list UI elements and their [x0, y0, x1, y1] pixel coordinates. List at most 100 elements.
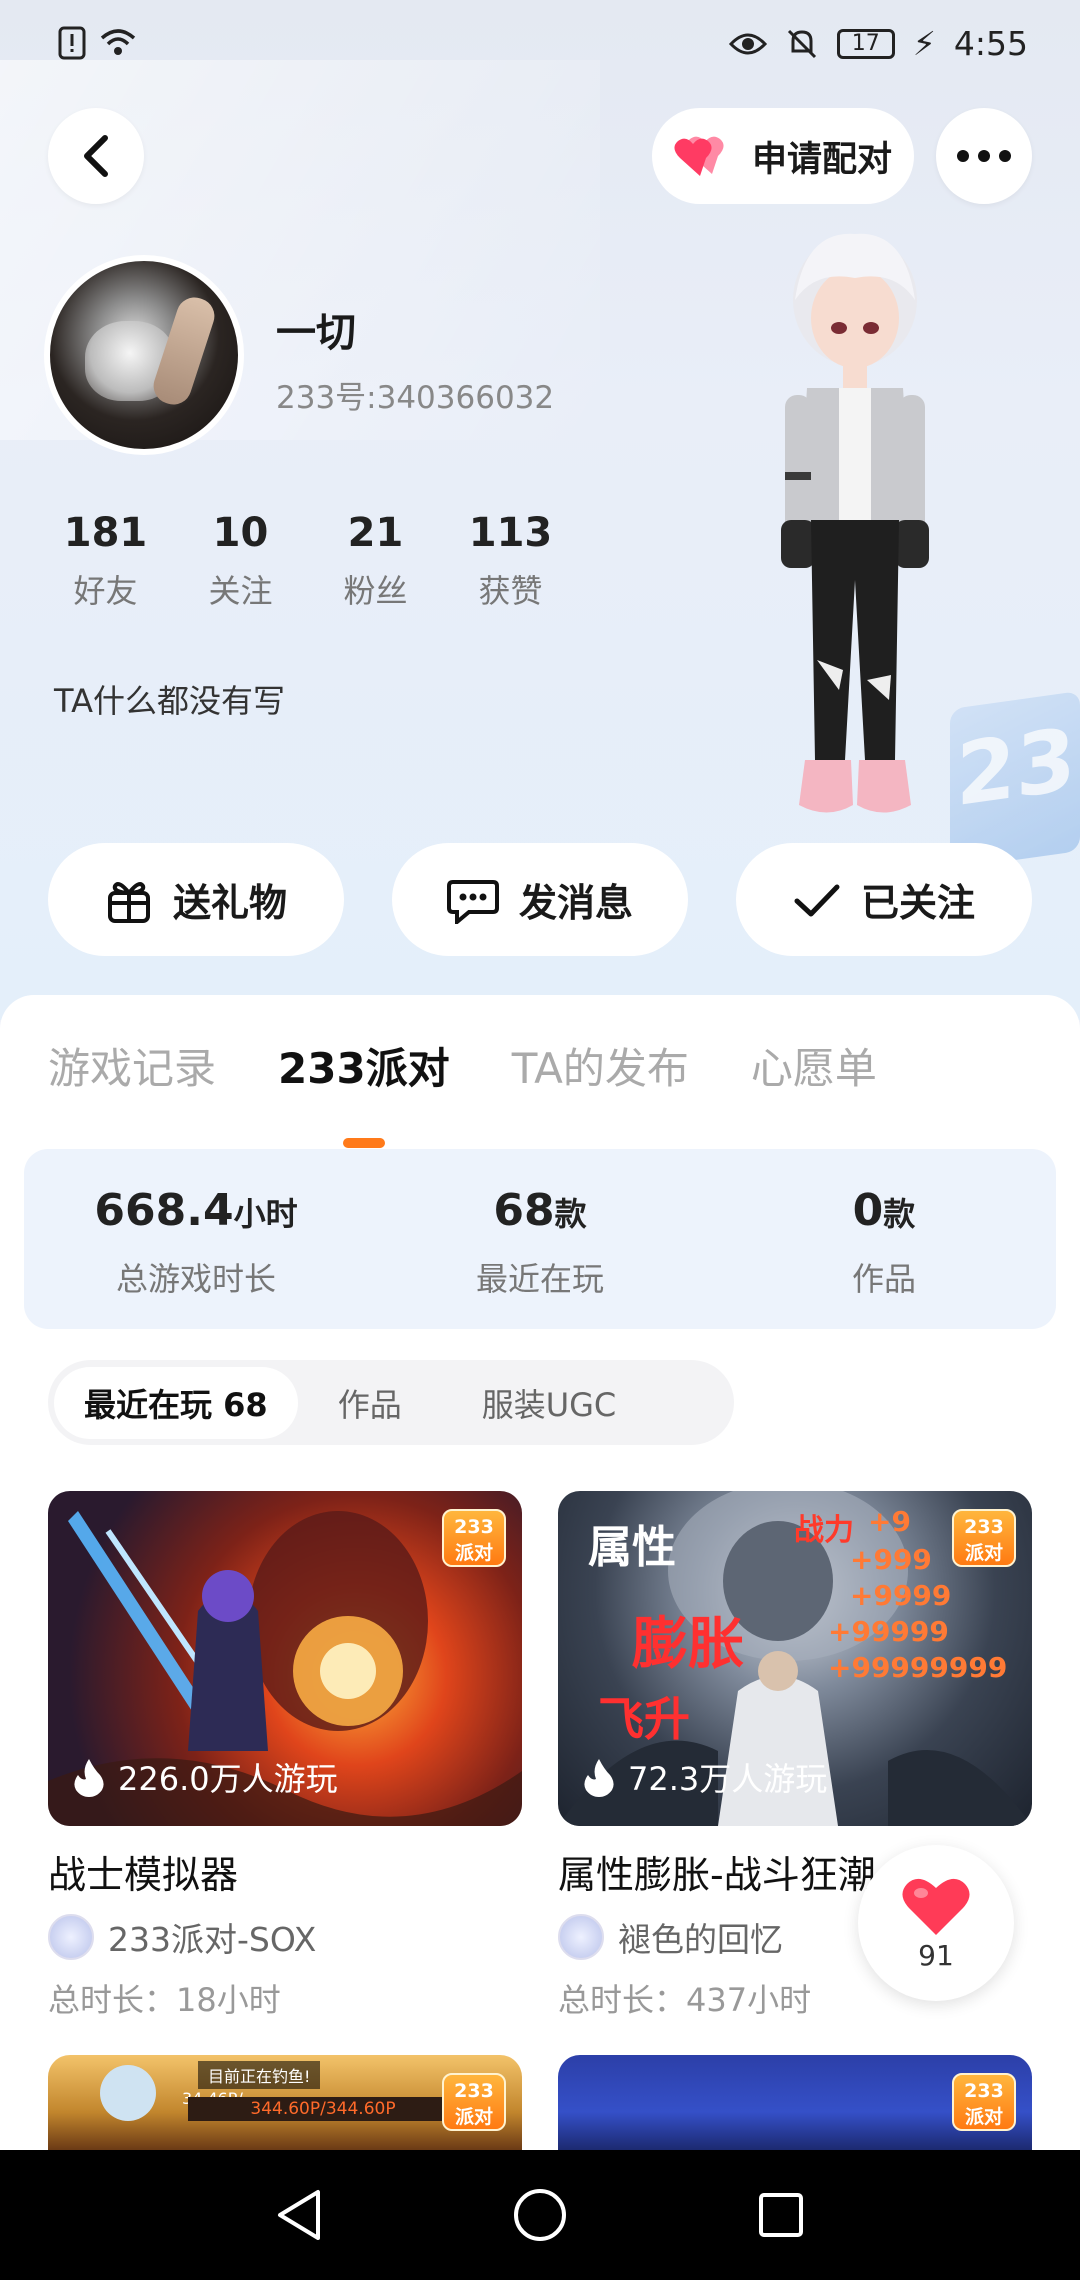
game-card[interactable]: 目前正在钓鱼! 34.46P/... 344.60P/344.60P 233派对 — [48, 2055, 522, 2150]
game-thumbnail: 属性 膨胀 飞升 战力 +9 +999 +9999 +99999 +999999… — [558, 1491, 1032, 1826]
party-233-badge: 233 派对 — [442, 1509, 506, 1567]
summary-value: 68 — [493, 1185, 555, 1236]
action-buttons: 送礼物 发消息 已关注 — [48, 843, 1032, 956]
summary-label: 作品 — [851, 1260, 916, 1298]
send-gift-button[interactable]: 送礼物 — [48, 843, 344, 956]
status-bar: 17 ⚡ 4:55 — [0, 0, 1080, 90]
filter-works[interactable]: 作品 — [298, 1367, 442, 1439]
author-avatar — [558, 1914, 604, 1960]
game-thumbnail: 233 派对 — [558, 2055, 1032, 2150]
plays-label: 226.0万人游玩 — [118, 1760, 338, 1798]
followed-button[interactable]: 已关注 — [736, 843, 1032, 956]
summary-recent: 68款 最近在玩 — [368, 1149, 712, 1329]
summary-unit: 小时 — [233, 1195, 298, 1233]
game-author[interactable]: 233派对-SOX — [48, 1913, 522, 1961]
badge-line1: 233 — [964, 2080, 1004, 2102]
flame-icon — [74, 1759, 104, 1797]
author-name: 233派对-SOX — [108, 1920, 317, 1959]
summary-label: 总游戏时长 — [115, 1260, 276, 1298]
play-summary: 668.4小时 总游戏时长 68款 最近在玩 0款 作品 — [24, 1149, 1056, 1329]
like-button[interactable]: 91 — [858, 1845, 1014, 2001]
author-name: 褪色的回忆 — [618, 1920, 783, 1959]
summary-value: 0 — [852, 1185, 884, 1236]
more-button[interactable] — [936, 108, 1032, 204]
mute-bell-icon — [787, 29, 816, 58]
art-text-ascend: 飞升 — [598, 1692, 690, 1746]
back-arrow-icon — [84, 135, 108, 177]
avatar[interactable] — [44, 255, 244, 455]
check-icon — [794, 884, 840, 916]
summary-unit: 款 — [883, 1195, 916, 1233]
stat-value: 113 — [468, 510, 553, 556]
art-text-power: 战力 — [794, 1513, 854, 1548]
tab-233-party[interactable]: 233派对 — [278, 1035, 450, 1096]
flame-icon — [584, 1759, 614, 1797]
tab-wishlist[interactable]: 心愿单 — [751, 1035, 877, 1096]
summary-total-time: 668.4小时 总游戏时长 — [24, 1149, 368, 1329]
summary-label: 最近在玩 — [475, 1260, 604, 1298]
alert-icon — [58, 26, 86, 60]
profile-stats: 181 好友 10 关注 21 粉丝 113 获赞 — [38, 510, 578, 612]
tab-game-records[interactable]: 游戏记录 — [48, 1035, 216, 1096]
game3-progress: 344.60P/344.60P — [188, 2097, 458, 2121]
stat-label: 好友 — [73, 572, 138, 610]
stat-value: 181 — [63, 510, 148, 556]
clock: 4:55 — [953, 24, 1028, 63]
game-thumbnail: 233 派对 226.0万人游玩 — [48, 1491, 522, 1826]
charging-icon: ⚡ — [912, 24, 936, 63]
stat-following[interactable]: 10 关注 — [173, 510, 308, 612]
badge-line2: 派对 — [454, 1542, 493, 1564]
plays-label: 72.3万人游玩 — [628, 1760, 828, 1798]
summary-value: 668.4 — [94, 1185, 234, 1236]
game3-overlay-top: 目前正在钓鱼! — [198, 2061, 321, 2089]
stat-likes[interactable]: 113 获赞 — [443, 510, 578, 612]
profile-tabs: 游戏记录 233派对 TA的发布 心愿单 — [48, 1035, 877, 1096]
message-icon — [446, 879, 499, 924]
stat-friends[interactable]: 181 好友 — [38, 510, 173, 612]
badge-line2: 派对 — [964, 1542, 1003, 1564]
stat-value: 10 — [212, 510, 269, 556]
badge-line1: 233 — [454, 2080, 494, 2102]
profile-bio: TA什么都没有写 — [54, 682, 285, 720]
back-button[interactable] — [48, 108, 144, 204]
nav-back-icon[interactable] — [274, 2188, 324, 2242]
game-title: 战士模拟器 — [48, 1853, 239, 1897]
art-text-attr: 属性 — [588, 1522, 676, 1573]
avatar-character[interactable] — [755, 220, 955, 840]
double-heart-icon — [674, 136, 724, 176]
art-number: +9 — [868, 1505, 911, 1538]
filter-outfit-ugc[interactable]: 服装UGC — [442, 1367, 657, 1439]
apply-pair-label: 申请配对 — [751, 139, 892, 180]
tab-posts[interactable]: TA的发布 — [512, 1035, 689, 1096]
game-card[interactable]: 233 派对 226.0万人游玩 战士模拟器 233派对-SOX 总时长：18小时 — [48, 1491, 522, 2021]
party-233-badge: 233 派对 — [442, 2073, 506, 2131]
game-card[interactable]: 233 派对 — [558, 2055, 1032, 2150]
followed-label: 已关注 — [860, 881, 975, 925]
badge-line1: 233 — [454, 1516, 494, 1538]
apply-pair-button[interactable]: 申请配对 — [652, 108, 914, 204]
art-number: +99999999 — [828, 1651, 1008, 1684]
wifi-icon — [100, 29, 136, 55]
profile-uid: 233号:340366032 — [276, 380, 555, 416]
author-avatar — [48, 1914, 94, 1960]
art-number: +9999 — [850, 1579, 952, 1612]
party-233-badge: 233 派对 — [952, 2073, 1016, 2131]
gift-icon — [107, 881, 150, 923]
art-text-inflate: 膨胀 — [632, 1612, 744, 1677]
send-message-label: 发消息 — [518, 881, 633, 925]
stat-label: 关注 — [208, 572, 273, 610]
nav-recents-icon[interactable] — [756, 2190, 806, 2240]
filter-segmented: 最近在玩 68 作品 服装UGC — [48, 1360, 734, 1445]
like-count: 91 — [918, 1938, 954, 1972]
system-nav-bar — [0, 2150, 1080, 2280]
plays-count: 72.3万人游玩 — [582, 1754, 827, 1800]
stat-label: 获赞 — [478, 572, 543, 610]
nav-home-icon[interactable] — [512, 2187, 568, 2243]
stat-value: 21 — [347, 510, 404, 556]
profile-name: 一切 — [276, 310, 356, 356]
filter-recent[interactable]: 最近在玩 68 — [54, 1366, 298, 1439]
art-number: +99999 — [828, 1615, 949, 1648]
game3-avatar — [100, 2065, 156, 2121]
stat-fans[interactable]: 21 粉丝 — [308, 510, 443, 612]
send-message-button[interactable]: 发消息 — [392, 843, 688, 956]
